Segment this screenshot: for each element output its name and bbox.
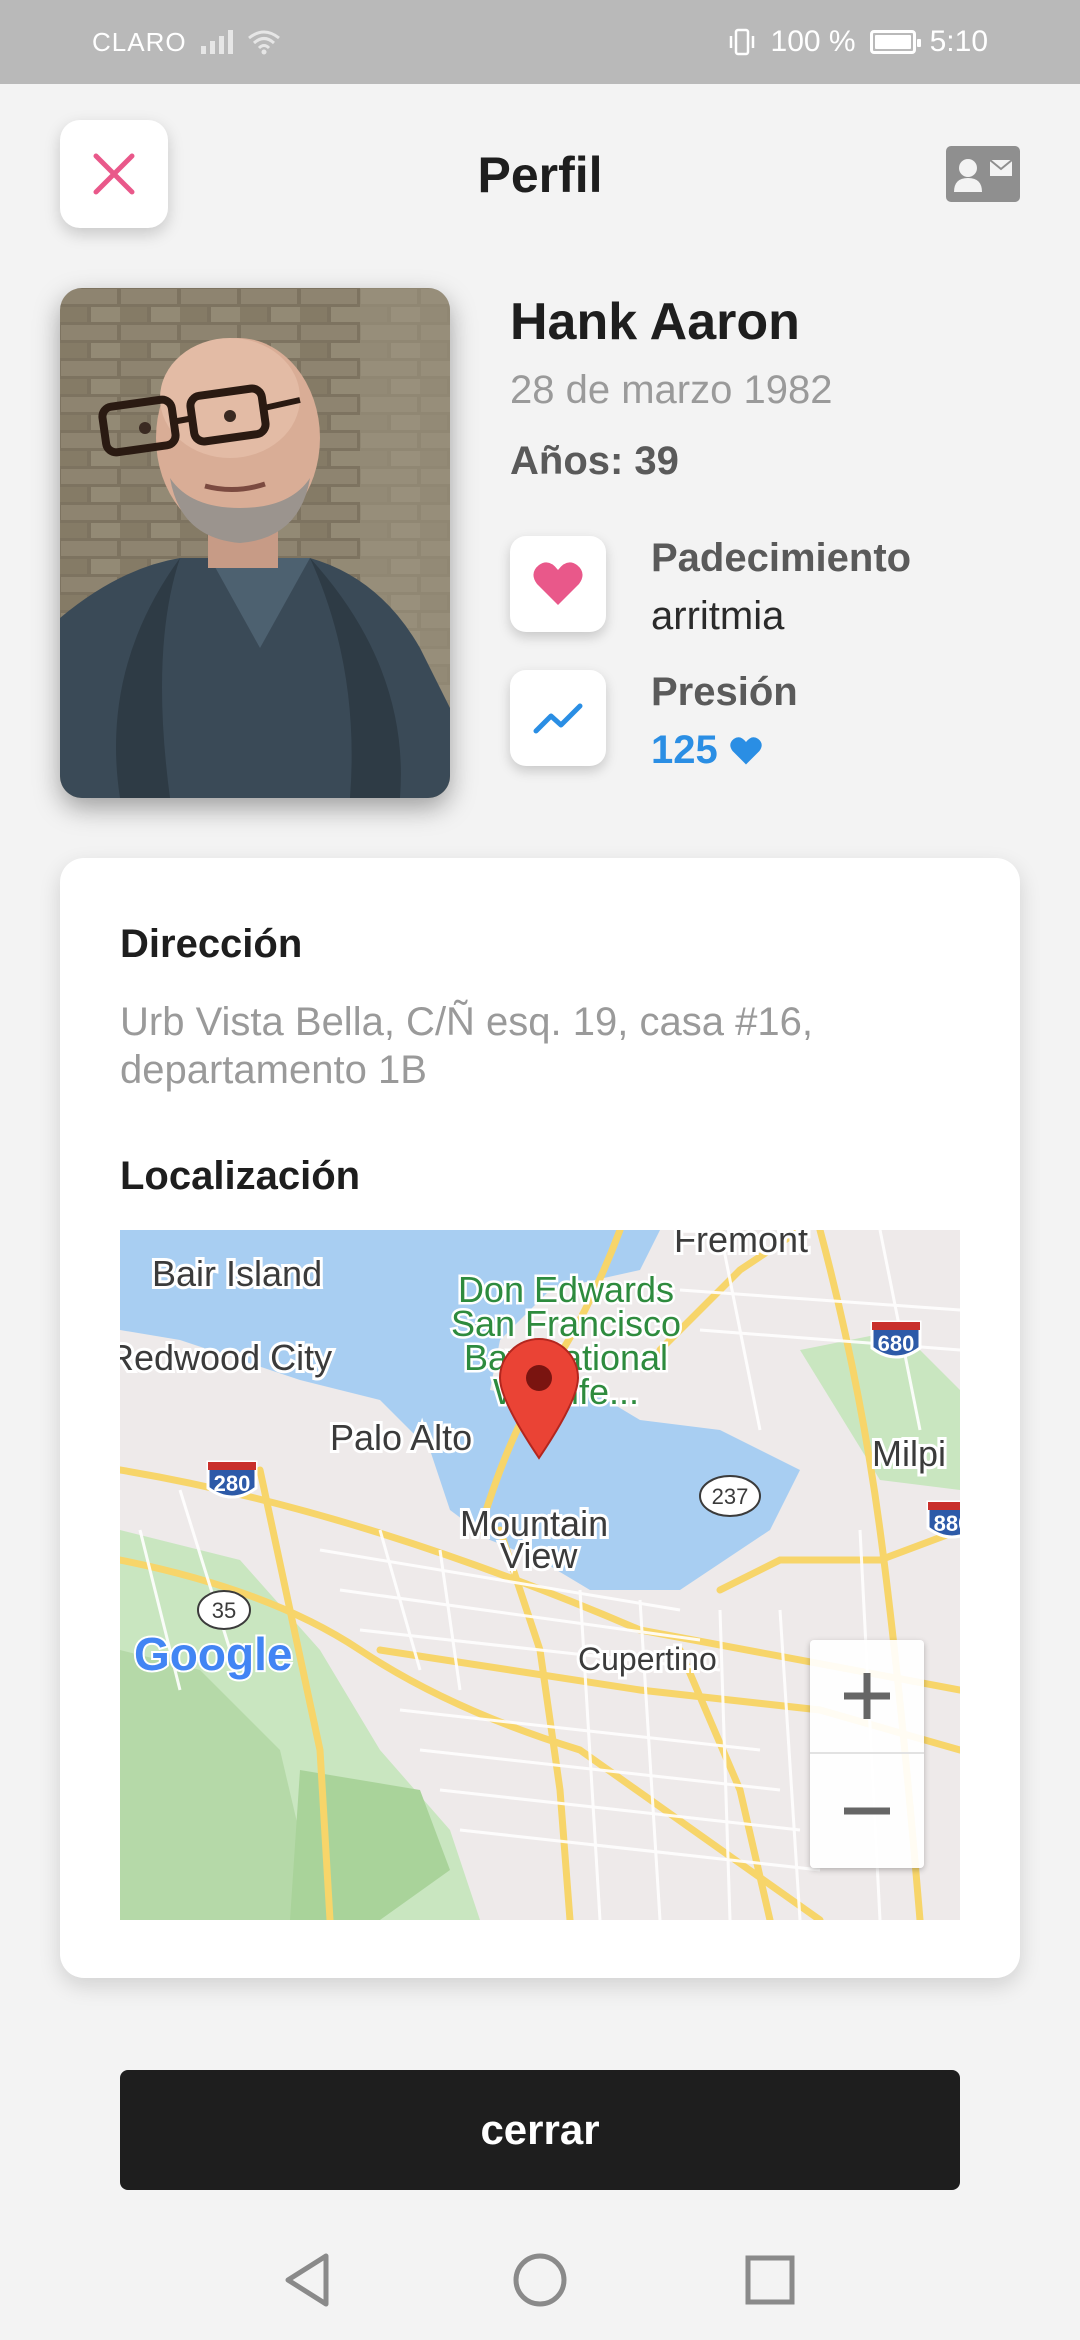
heart-icon <box>533 562 583 605</box>
patient-name: Hank Aaron <box>510 293 800 351</box>
zoom-in-button[interactable] <box>810 1640 924 1754</box>
condition-icon-box <box>510 536 606 632</box>
age-label: Años: 39 <box>510 439 679 483</box>
status-bar: CLARO 100 % 5:10 <box>0 0 1080 84</box>
location-map[interactable]: Fremont Bair Island Redwood City Palo Al… <box>120 1230 960 1920</box>
vibrate-icon <box>729 28 754 56</box>
pressure-label: Presión <box>651 670 798 714</box>
address-text: Urb Vista Bella, C/Ñ esq. 19, casa #16, … <box>120 1000 813 1092</box>
minus-icon <box>844 1807 890 1815</box>
recent-apps-icon[interactable] <box>738 2248 802 2312</box>
map-label-fremont: Fremont <box>674 1230 808 1260</box>
small-heart-icon <box>730 736 762 764</box>
map-label-bair-island: Bair Island <box>152 1253 322 1294</box>
page-title: Perfil <box>477 147 603 203</box>
profile-info: Hank Aaron 28 de marzo 1982 Años: 39 <box>510 288 1030 484</box>
map-label-milpitas: Milpi <box>872 1433 946 1474</box>
condition-value: arritmia <box>651 594 785 638</box>
battery-icon <box>869 30 921 54</box>
map-label-palo-alto: Palo Alto <box>330 1417 472 1458</box>
contact-card-icon[interactable] <box>946 146 1020 202</box>
profile-photo <box>60 288 450 798</box>
condition-row: Padecimiento arritmia <box>510 536 1030 638</box>
plus-icon <box>844 1673 890 1719</box>
shield-880: 880 <box>926 1500 960 1539</box>
location-title: Localización <box>120 1154 361 1198</box>
birth-date: 28 de marzo 1982 <box>510 368 833 412</box>
shield-880-text: 880 <box>934 1511 960 1536</box>
close-profile-button[interactable]: cerrar <box>120 2070 960 2190</box>
signal-icon <box>200 30 233 54</box>
shield-35-text: 35 <box>212 1598 236 1623</box>
back-icon[interactable] <box>276 2248 340 2312</box>
shield-680-text: 680 <box>878 1331 915 1356</box>
wifi-icon <box>247 30 280 55</box>
shield-237: 237 <box>699 1475 761 1517</box>
shield-35: 35 <box>197 1590 251 1630</box>
pressure-value: 125 <box>651 728 718 772</box>
pressure-row: Presión 125 <box>510 670 1030 773</box>
trend-chart-icon <box>533 703 583 734</box>
condition-label: Padecimiento <box>651 536 912 580</box>
shield-237-text: 237 <box>712 1484 749 1509</box>
shield-280-text: 280 <box>214 1471 251 1496</box>
zoom-controls <box>810 1640 924 1868</box>
status-left: CLARO <box>92 27 281 58</box>
shield-280: 280 <box>206 1460 258 1499</box>
map-label-redwood-city: Redwood City <box>120 1337 332 1378</box>
google-logo: Google <box>134 1628 292 1680</box>
address-title: Dirección <box>120 922 303 966</box>
battery-text: 100 % <box>770 25 856 58</box>
clock: 5:10 <box>929 25 988 58</box>
zoom-out-button[interactable] <box>810 1754 924 1868</box>
map-label-cupertino: Cupertino <box>578 1641 717 1677</box>
address-card: Dirección Urb Vista Bella, C/Ñ esq. 19, … <box>60 858 1020 1978</box>
carrier-name: CLARO <box>92 26 187 57</box>
home-icon[interactable] <box>508 2248 572 2312</box>
navigation-bar <box>0 2220 1080 2340</box>
pressure-value-wrap: 125 <box>651 728 762 773</box>
shield-680: 680 <box>870 1320 922 1359</box>
pressure-icon-box <box>510 670 606 766</box>
status-right: 100 % 5:10 <box>727 25 988 59</box>
header: Perfil <box>0 84 1080 264</box>
map-label-mountain-view-2: View <box>500 1535 578 1576</box>
